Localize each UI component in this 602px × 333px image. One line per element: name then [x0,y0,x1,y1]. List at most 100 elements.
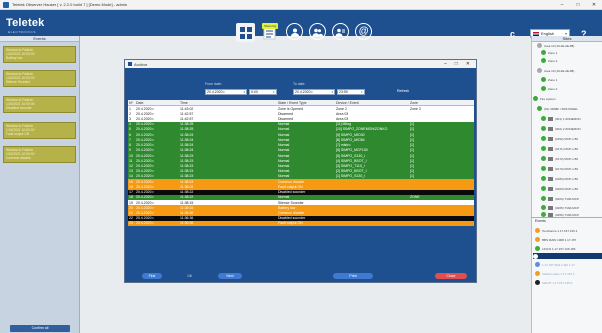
show-log-badge: Show log [262,23,279,29]
tree-node[interactable]: Area 10 (10-2E-2E-88) [537,68,574,73]
table-row[interactable]: 7 20.4.2020 г. 11:38:24 Normal [8] SIMPO_MIO… [128,137,474,143]
site-list-item[interactable]: Touchance 1.17.157.136.1 [535,228,577,233]
col-header[interactable]: Device / Event [336,101,410,105]
events-panel: Events Window to Faitech 1/24/2021 10:00… [0,36,80,333]
minimize-button[interactable]: – [554,0,570,10]
from-time-input[interactable]: 0:00 ⇕ [249,89,277,95]
table-row[interactable]: 14 20.4.2020 г. 11:38:23 Normal [1] SIMPO_S1… [128,173,474,180]
tree-node[interactable]: (0263) MCP-1.80 [541,186,578,191]
tree-node[interactable]: (0264) T190-MCP [541,196,579,201]
table-row[interactable]: 11 20.4.2020 г. 11:38:23 Normal [4] SIMPO_BS… [128,158,474,164]
col-header[interactable]: Date [136,101,180,105]
site-label: BBS MAIN 1008 1.17.157 [542,237,577,242]
dialog-minimize-button[interactable]: – [444,61,447,67]
status-dot-icon [541,205,546,210]
grid-icon[interactable] [236,23,255,42]
from-date-input[interactable]: 20.4.2020 г. ▾ [205,89,247,95]
cell-time: 11:36:36 [180,216,194,221]
event-card[interactable]: Window to Faitech 1/24/2021 10:00:00 Com… [3,146,76,163]
status-dot-icon [537,43,542,48]
first-page-button[interactable]: First [142,273,162,279]
from-date-value: 20.4.2020 г. [207,90,226,94]
tree-node[interactable]: (0173) MCP-1.80 [541,166,578,171]
event-card[interactable]: Window to Faitech 1/24/2021 10:00:00 Dis… [3,96,76,113]
table-row[interactable]: 1 20.4.2020 г. 11:43:02 Zone is Opened Zone … [128,106,474,112]
tree-node[interactable]: (0152) MCP-1.80 [541,136,578,141]
table-row[interactable]: 5 20.4.2020 г. 11:38:25 Normal [10] SIMPO_ZO… [128,126,474,133]
connection-icon[interactable]: c [510,29,515,39]
maximize-button[interactable]: □ [570,0,586,10]
tree-node[interactable]: Zone 1 [541,50,557,55]
cell-date: 20.4.2020 г. [136,216,155,221]
site-list-item[interactable]: Visitors sales 1.17.157.1 [535,271,575,276]
col-header[interactable]: Time [180,101,278,105]
event-card[interactable]: Window to Faitech 1/24/2021 10:00:00 Fau… [3,122,76,139]
refresh-button[interactable]: Refresh [397,89,409,93]
confirm-all-button[interactable]: Confirm all [10,325,70,332]
print-button[interactable]: Print [333,273,373,279]
cell-state: Disabled sounder [278,216,306,221]
to-date-value: 20.4.2020 г. [295,90,314,94]
site-list-item[interactable]: 1.17.157.36/2.1 MA 1.17 [535,262,575,267]
tree-label: Area 10 (10-2E-2E-88) [544,68,575,73]
dialog-maximize-button[interactable]: □ [455,61,458,67]
cell-state: Normal [278,137,290,142]
tree-label: (0266) T190-MCP [555,212,579,217]
table-row[interactable]: 18 20.4.2020 г. 11:38:22 Normal ZONE [128,194,474,200]
cell-nr: 16 [129,184,133,189]
tree-node[interactable]: (0183) MCP-1.80 [541,176,578,181]
user-icon[interactable] [286,23,303,40]
tree-node[interactable]: Zone 1 [541,77,557,82]
to-time-input[interactable]: 23:59 ⇕ [337,89,365,95]
event-card[interactable]: Window to Faitech 1/24/2021 10:00:00 Sil… [3,70,76,87]
cell-state: Common disable [278,179,305,184]
event-card[interactable]: Window to Faitech 1/24/2021 10:00:00 Bat… [3,46,76,63]
users-icon[interactable] [309,23,326,40]
tree-node[interactable]: (01) 3D98F / IRIS PANEL [537,106,578,111]
cell-zone: [1] [410,122,414,127]
tree-node[interactable]: (0172) MCP-1.80 [541,156,578,161]
cell-time: 11:38:23 [180,158,194,163]
close-button[interactable]: ✕ [586,0,602,10]
col-header[interactable]: Nº [128,101,136,105]
col-header[interactable]: State / Event Type [278,101,336,105]
tree-node[interactable]: Fire system [533,96,556,101]
table-row[interactable]: 12 20.4.2020 г. 11:38:23 Normal [3] SIMPO_T1… [128,163,474,169]
cell-date: 20.4.2020 г. [136,205,155,210]
cell-date: 20.4.2020 г. [136,184,155,189]
table-row[interactable]: 4 20.4.2020 г. 11:38:25 Normal [11] Mitog [1] [128,121,474,127]
device-icon [548,196,553,201]
table-row[interactable]: 13 20.4.2020 г. 11:38:23 Normal [2] SIMPO_BS… [128,168,474,174]
cell-nr: 20 [129,205,133,210]
close-dialog-button[interactable]: Close [435,273,467,279]
tree-label: (0265) T190-MCP [555,205,579,210]
to-date-input[interactable]: 20.4.2020 г. ▾ [293,89,335,95]
site-list-item[interactable]: LINCO 1.17.157.136.186 [535,246,575,251]
cell-nr: 6 [129,132,131,137]
cell-time: 11:36:36 [180,221,194,226]
table-row[interactable]: 10 20.4.2020 г. 11:38:23 Normal [5] SIMPO_S1… [128,152,474,159]
tree-node[interactable]: Zone 2 [541,86,557,91]
next-page-button[interactable]: Next [218,273,242,279]
tree-node[interactable]: (0171) MCP-1.80 [541,146,578,151]
tree-node[interactable]: Zone 2 [541,58,557,63]
site-list-item[interactable] [533,253,602,259]
tree-node[interactable]: (0265) T190-MCP [541,205,579,210]
table-row[interactable]: 9 20.4.2020 г. 11:38:24 Normal [6] SIMPO_MCP… [128,147,474,153]
tree-node[interactable]: (001) 1 ZONEMON [541,116,581,121]
table-row[interactable]: 6 20.4.2020 г. 11:38:24 Normal [9] SIMPO_MIO… [128,132,474,138]
dialog-close-icon[interactable]: ✕ [466,61,470,67]
email-icon[interactable]: @ [355,23,372,40]
tree-node[interactable]: (002) 2 ZONEMON [541,126,581,131]
table-row[interactable]: 8 20.4.2020 г. 11:38:24 Normal [7] mistro [1] [128,142,474,148]
cell-nr: 7 [129,137,131,142]
contacts-icon[interactable] [332,23,349,40]
col-header[interactable]: Zone [410,101,474,105]
site-list-item[interactable]: BBS MAIN 1008 1.17.157 [535,237,576,242]
cell-state: Disabled sounder [278,190,306,195]
cell-nr: 19 [129,200,133,205]
site-list-item[interactable]: MAGIT 1.17.157.135.5 [535,280,572,285]
tree-label: Zone 1 [548,77,558,82]
tree-node[interactable]: Area 10 (10-2E-2E-88) [537,43,574,48]
table-row[interactable]: 23 20.4.2020 г. 11:36:36 Fault output ON [128,220,474,227]
